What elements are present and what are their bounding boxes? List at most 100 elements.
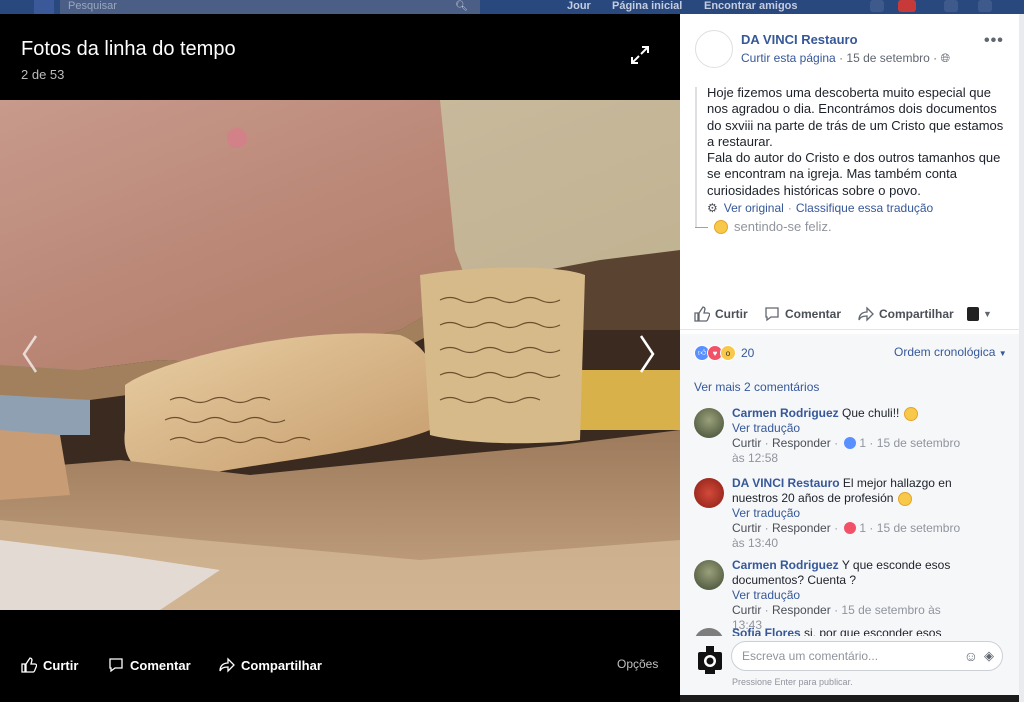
share-button[interactable]: Compartilhar	[858, 299, 954, 329]
post-date[interactable]: 15 de setembro	[846, 51, 929, 65]
page-name-link[interactable]: DA VINCI Restauro	[741, 32, 858, 47]
options-button[interactable]: Opções	[617, 657, 658, 671]
comment-reply-link[interactable]: Responder	[772, 436, 831, 450]
page-background-strip	[680, 695, 1019, 702]
comment-item: Carmen Rodriguez Que chuli!! Ver traduçã…	[694, 406, 1012, 476]
post-as-selector[interactable]: ▼	[967, 299, 992, 329]
nav-home-link[interactable]: Página inicial	[612, 0, 682, 12]
comment-input[interactable]: Escreva um comentário... ☺ ◈	[731, 641, 1003, 671]
comment-button[interactable]: Comentar	[764, 299, 841, 329]
reactions-summary[interactable]: 👍︎ ♥ o 20	[694, 345, 754, 361]
friend-requests-icon[interactable]	[870, 0, 884, 12]
translation-indicator	[695, 87, 697, 227]
comment-order-dropdown[interactable]: Ordem cronológica ▼	[894, 345, 1007, 359]
reaction-count: 20	[741, 346, 755, 360]
wow-reaction-icon: o	[720, 345, 736, 361]
post-action-bar: Curtir Comentar Compartilhar ▼	[680, 299, 1019, 330]
commenter-avatar[interactable]	[694, 560, 724, 590]
comment-author[interactable]: Carmen Rodriguez	[732, 406, 839, 420]
comment-item: Carmen Rodriguez Y que esconde esos docu…	[694, 558, 1012, 632]
page-avatar[interactable]	[695, 30, 733, 68]
translation-row: ⚙︎ Ver original · Classifique essa tradu…	[707, 201, 934, 215]
comment-meta: Curtir · Responder · 1 · 15 de setembro …	[732, 521, 961, 550]
nav-find-friends-link[interactable]: Encontrar amigos	[704, 0, 798, 12]
facebook-logo-icon[interactable]	[34, 0, 54, 14]
viewer-action-bar: Curtir Comentar Compartilhar	[0, 650, 680, 680]
next-photo-icon[interactable]	[637, 334, 657, 374]
previous-photo-icon[interactable]	[20, 334, 40, 374]
album-title: Fotos da linha do tempo	[21, 38, 236, 60]
comment-like-link[interactable]: Curtir	[732, 521, 761, 535]
post-text: Hoje fizemos uma descoberta muito especi…	[707, 85, 1007, 199]
messages-icon[interactable]	[898, 0, 916, 12]
comment-author[interactable]: Carmen Rodriguez	[732, 558, 839, 572]
comment-text: Que chuli!!	[842, 406, 900, 420]
comment-author[interactable]: DA VINCI Restauro	[732, 476, 840, 490]
photo-viewer: Fotos da linha do tempo 2 de 53 Curtir C…	[0, 14, 680, 702]
nav-profile-link[interactable]: Jour	[567, 0, 591, 12]
comment-reply-link[interactable]: Responder	[772, 603, 831, 617]
comment-composer: Escreva um comentário... ☺ ◈ Pressione E…	[680, 636, 1019, 695]
top-navigation-bar: Pesquisar 🔍︎ Jour Página inicial Encontr…	[0, 0, 1024, 14]
photo-counter: 2 de 53	[21, 67, 65, 82]
globe-icon: 🌐︎	[940, 51, 951, 65]
feeling-text: sentindo-se feliz.	[734, 219, 832, 234]
photo-image	[0, 100, 680, 610]
post-paragraph: Fala do autor do Cristo e dos outros tam…	[707, 150, 1001, 198]
comment-meta: Curtir · Responder · 1 · 15 de setembro …	[732, 436, 961, 465]
comment-icon	[109, 658, 123, 673]
viewer-comment-button[interactable]: Comentar	[108, 650, 191, 680]
more-options-icon[interactable]: •••	[984, 32, 1004, 50]
feeling-status: — sentindo-se feliz.	[695, 219, 832, 234]
user-avatar-icon[interactable]	[696, 640, 724, 674]
post-meta: Curtir esta página · 15 de setembro · 🌐︎	[741, 51, 951, 65]
commenter-avatar[interactable]	[694, 408, 724, 438]
viewer-like-button[interactable]: Curtir	[21, 650, 78, 680]
post-details-panel: DA VINCI Restauro Curtir esta página · 1…	[680, 14, 1019, 695]
comment-like-link[interactable]: Curtir	[732, 436, 761, 450]
comment-like-link[interactable]: Curtir	[732, 603, 761, 617]
chevron-down-icon: ▼	[998, 349, 1007, 358]
love-reaction-icon	[844, 522, 857, 534]
viewer-share-label: Compartilhar	[241, 657, 322, 673]
view-more-comments-link[interactable]: Ver mais 2 comentários	[694, 380, 819, 394]
see-translation-link[interactable]: Ver tradução	[732, 506, 968, 521]
camera-avatar-icon	[967, 307, 979, 321]
like-button[interactable]: Curtir	[694, 299, 748, 329]
thumbs-up-icon	[21, 657, 37, 673]
search-icon[interactable]: 🔍︎	[455, 1, 468, 13]
comment-placeholder: Escreva um comentário...	[742, 649, 879, 663]
chevron-down-icon: ▼	[983, 309, 992, 319]
smile-icon	[897, 491, 912, 506]
viewer-share-button[interactable]: Compartilhar	[219, 650, 322, 680]
smile-icon	[903, 406, 918, 421]
post-paragraph: Hoje fizemos uma descoberta muito especi…	[707, 85, 1004, 149]
help-icon[interactable]	[978, 0, 992, 12]
emoji-icon[interactable]: ☺	[964, 648, 978, 664]
comment-label: Comentar	[785, 307, 842, 321]
see-translation-link[interactable]: Ver tradução	[732, 588, 968, 603]
comment-reaction-count: 1	[859, 521, 867, 535]
page-background-strip	[1019, 14, 1024, 702]
sticker-icon[interactable]: ◈	[984, 648, 994, 664]
search-placeholder: Pesquisar	[68, 0, 117, 12]
rate-translation-link[interactable]: Classifique essa tradução	[796, 201, 933, 215]
expand-icon[interactable]	[628, 43, 652, 67]
comment-reaction-count: 1	[859, 436, 867, 450]
see-translation-link[interactable]: Ver tradução	[732, 421, 968, 436]
comment-reply-link[interactable]: Responder	[772, 521, 831, 535]
commenter-avatar[interactable]	[694, 478, 724, 508]
comment-icon	[765, 307, 779, 322]
like-page-link[interactable]: Curtir esta página	[741, 51, 836, 65]
notifications-icon[interactable]	[944, 0, 958, 12]
like-reaction-icon	[844, 437, 857, 449]
viewer-comment-label: Comentar	[130, 657, 191, 673]
photo[interactable]	[0, 100, 680, 610]
see-original-link[interactable]: Ver original	[724, 201, 784, 215]
gear-icon: ⚙︎	[707, 201, 718, 215]
smile-icon	[714, 219, 728, 234]
search-input[interactable]: Pesquisar 🔍︎	[60, 0, 480, 14]
comment-order-label: Ordem cronológica	[894, 345, 996, 359]
enter-hint: Pressione Enter para publicar.	[732, 677, 853, 687]
share-icon	[858, 306, 874, 322]
